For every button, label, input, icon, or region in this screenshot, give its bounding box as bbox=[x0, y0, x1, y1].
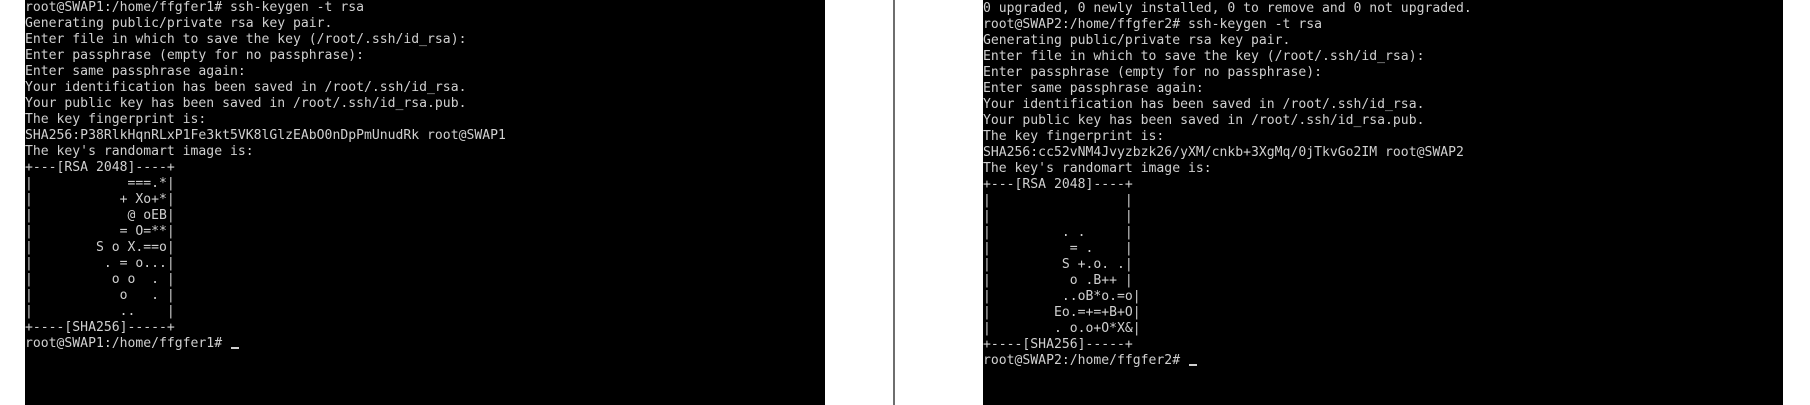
terminal-left-line: root@SWAP1:/home/ffgfer1# ssh-keygen -t … bbox=[25, 0, 364, 15]
terminal-right-line: The key fingerprint is: bbox=[983, 129, 1165, 144]
terminal-left-line: Enter file in which to save the key (/ro… bbox=[25, 32, 467, 47]
terminal-left-line: | o . | bbox=[25, 288, 175, 303]
terminal-left-line: | ===.*| bbox=[25, 176, 175, 191]
text-cursor bbox=[1188, 364, 1197, 366]
terminal-right-line: | Eo.=+=+B+O| bbox=[983, 305, 1141, 320]
terminal-right-line: The key's randomart image is: bbox=[983, 161, 1212, 176]
terminal-left[interactable]: root@SWAP1:/home/ffgfer1# ssh-keygen -t … bbox=[25, 0, 825, 405]
terminal-right-line: | | bbox=[983, 209, 1133, 224]
terminal-right-line: Your public key has been saved in /root/… bbox=[983, 113, 1425, 128]
terminal-left-line: | . = o...| bbox=[25, 256, 175, 271]
terminal-right-line: | . o.o+O*X&| bbox=[983, 321, 1141, 336]
terminal-right-line: | | bbox=[983, 193, 1133, 208]
terminal-right-line: Generating public/private rsa key pair. bbox=[983, 33, 1291, 48]
terminal-right-line: | o .B++ | bbox=[983, 273, 1133, 288]
terminal-left-line: SHA256:P38RlkHqnRLxP1Fe3kt5VK8lGlzEAbO0n… bbox=[25, 128, 506, 143]
terminal-right-line: Your identification has been saved in /r… bbox=[983, 97, 1425, 112]
terminal-left-line: The key's randomart image is: bbox=[25, 144, 254, 159]
terminal-right[interactable]: 0 upgraded, 0 newly installed, 0 to remo… bbox=[983, 0, 1783, 405]
shell-prompt: root@SWAP1:/home/ffgfer1# bbox=[25, 336, 230, 351]
terminal-right-line: | ..oB*o.=o| bbox=[983, 289, 1141, 304]
terminal-left-line: The key fingerprint is: bbox=[25, 112, 207, 127]
terminal-left-prompt-line[interactable]: root@SWAP1:/home/ffgfer1# bbox=[25, 336, 506, 352]
terminal-left-line: | = O=**| bbox=[25, 224, 175, 239]
terminal-left-line: +----[SHA256]-----+ bbox=[25, 320, 175, 335]
terminal-right-line: +----[SHA256]-----+ bbox=[983, 337, 1133, 352]
terminal-left-line: | S o X.==o| bbox=[25, 240, 175, 255]
terminal-right-line: SHA256:cc52vNM4Jvyzbzk26/yXM/cnkb+3XgMq/… bbox=[983, 145, 1464, 160]
terminal-left-line: Generating public/private rsa key pair. bbox=[25, 16, 333, 31]
text-cursor bbox=[230, 347, 239, 349]
terminal-right-line: root@SWAP2:/home/ffgfer2# ssh-keygen -t … bbox=[983, 17, 1322, 32]
terminal-right-line: +---[RSA 2048]----+ bbox=[983, 177, 1133, 192]
terminal-right-line: Enter file in which to save the key (/ro… bbox=[983, 49, 1425, 64]
terminal-left-line: +---[RSA 2048]----+ bbox=[25, 160, 175, 175]
terminal-right-line: Enter same passphrase again: bbox=[983, 81, 1204, 96]
screen: root@SWAP1:/home/ffgfer1# ssh-keygen -t … bbox=[0, 0, 1810, 405]
terminal-right-output: 0 upgraded, 0 newly installed, 0 to remo… bbox=[983, 1, 1472, 369]
terminal-left-line: Your identification has been saved in /r… bbox=[25, 80, 467, 95]
terminal-right-line: | S +.o. .| bbox=[983, 257, 1133, 272]
terminal-left-line: | @ oEB| bbox=[25, 208, 175, 223]
terminal-right-line: Enter passphrase (empty for no passphras… bbox=[983, 65, 1322, 80]
terminal-left-output: root@SWAP1:/home/ffgfer1# ssh-keygen -t … bbox=[25, 0, 506, 352]
terminal-right-line: 0 upgraded, 0 newly installed, 0 to remo… bbox=[983, 1, 1472, 16]
panel-divider[interactable] bbox=[893, 0, 895, 405]
terminal-left-line: Enter passphrase (empty for no passphras… bbox=[25, 48, 364, 63]
terminal-right-line: | . . | bbox=[983, 225, 1133, 240]
terminal-left-line: | + Xo+*| bbox=[25, 192, 175, 207]
terminal-left-line: | o o . | bbox=[25, 272, 175, 287]
terminal-right-line: | = . | bbox=[983, 241, 1133, 256]
shell-prompt: root@SWAP2:/home/ffgfer2# bbox=[983, 353, 1188, 368]
terminal-right-prompt-line[interactable]: root@SWAP2:/home/ffgfer2# bbox=[983, 353, 1472, 369]
terminal-left-line: | .. | bbox=[25, 304, 175, 319]
terminal-left-line: Your public key has been saved in /root/… bbox=[25, 96, 467, 111]
terminal-left-line: Enter same passphrase again: bbox=[25, 64, 246, 79]
